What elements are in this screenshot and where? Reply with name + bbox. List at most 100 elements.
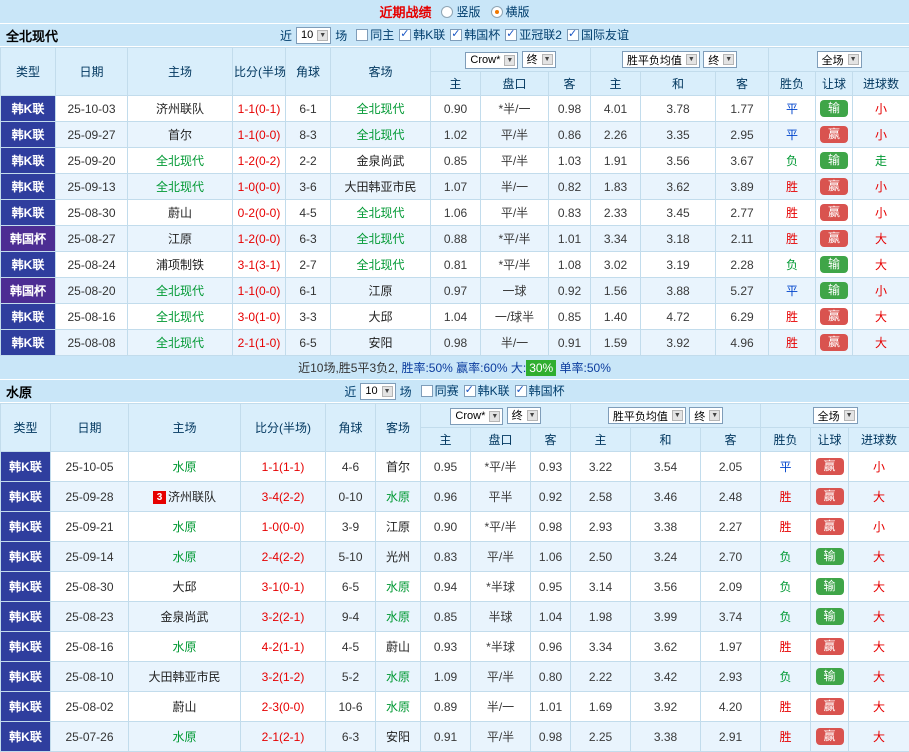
match-date: 25-08-30 <box>51 572 129 602</box>
home-team-cell[interactable]: 全北现代 <box>128 304 233 330</box>
handicap-result-pill: 输 <box>820 282 848 299</box>
away-team-cell[interactable]: 水原 <box>376 662 421 692</box>
away-team-cell[interactable]: 水原 <box>376 602 421 632</box>
avg-time-select[interactable]: 终▼ <box>689 407 723 424</box>
match-row: 韩K联25-09-20全北现代1-2(0-2)2-2金泉尚武0.85平/半1.0… <box>1 148 909 174</box>
home-team-name: 首尔 <box>168 128 192 142</box>
result-outcome: 胜 <box>761 632 811 662</box>
corner-cell: 8-3 <box>286 122 331 148</box>
col-home: 主场 <box>129 404 241 452</box>
avg-odds-group: 胜平负均值▼ 终▼ <box>591 48 769 72</box>
home-team-cell[interactable]: 水原 <box>129 512 241 542</box>
away-team-cell[interactable]: 安阳 <box>376 722 421 752</box>
match-count-select[interactable]: 10 ▼ <box>360 383 395 400</box>
filter-checkbox[interactable]: 同赛 <box>421 382 459 399</box>
home-team-cell[interactable]: 大田韩亚市民 <box>129 662 241 692</box>
home-team-cell[interactable]: 大邱 <box>129 572 241 602</box>
home-team-cell[interactable]: 济州联队 <box>128 96 233 122</box>
result-goals: 大 <box>849 482 909 512</box>
filter-checkbox[interactable]: 国际友谊 <box>567 26 629 43</box>
handicap-odds-home: 1.07 <box>431 174 481 200</box>
away-team-cell[interactable]: 水原 <box>376 482 421 512</box>
col-avg-draw: 和 <box>631 428 701 452</box>
home-team-cell[interactable]: 水原 <box>129 452 241 482</box>
league-type-badge: 韩K联 <box>1 200 56 226</box>
away-team-cell[interactable]: 全北现代 <box>331 252 431 278</box>
scope-select[interactable]: 全场▼ <box>817 51 862 68</box>
away-team-name: 全北现代 <box>356 102 404 116</box>
bookmaker-select[interactable]: Crow*▼ <box>450 408 503 425</box>
home-team-cell[interactable]: 水原 <box>129 542 241 572</box>
match-row: 韩国杯25-08-27江原1-2(0-0)6-3全北现代0.88*平/半1.01… <box>1 226 909 252</box>
away-team-cell[interactable]: 水原 <box>376 572 421 602</box>
col-avg-home: 主 <box>571 428 631 452</box>
result-outcome: 胜 <box>761 512 811 542</box>
filter-checkbox[interactable]: 亚冠联2 <box>505 26 562 43</box>
filter-checkbox[interactable]: 韩国杯 <box>515 382 565 399</box>
away-team-name: 大邱 <box>368 310 392 324</box>
away-team-cell[interactable]: 大田韩亚市民 <box>331 174 431 200</box>
away-team-cell[interactable]: 全北现代 <box>331 96 431 122</box>
handicap-odds-home: 1.09 <box>421 662 471 692</box>
avg-odds-draw: 3.88 <box>641 278 716 304</box>
avg-time-select[interactable]: 终▼ <box>703 51 737 68</box>
bookmaker-select[interactable]: Crow*▼ <box>465 52 518 69</box>
away-team-cell[interactable]: 全北现代 <box>331 226 431 252</box>
checkbox-label: 韩K联 <box>413 26 445 43</box>
away-team-cell[interactable]: 大邱 <box>331 304 431 330</box>
home-team-cell[interactable]: 金泉尚武 <box>129 602 241 632</box>
avg-odds-win: 3.34 <box>571 632 631 662</box>
home-team-cell[interactable]: 蔚山 <box>129 692 241 722</box>
away-team-cell[interactable]: 全北现代 <box>331 200 431 226</box>
home-team-cell[interactable]: 全北现代 <box>128 174 233 200</box>
home-team-cell[interactable]: 蔚山 <box>128 200 233 226</box>
filter-checkbox[interactable]: 韩国杯 <box>450 26 500 43</box>
corner-cell: 2-7 <box>286 252 331 278</box>
home-team-name: 全北现代 <box>156 180 204 194</box>
away-team-cell[interactable]: 光州 <box>376 542 421 572</box>
score-cell: 1-0(0-0) <box>241 512 326 542</box>
handicap-result-pill: 赢 <box>820 178 848 195</box>
avg-select[interactable]: 胜平负均值▼ <box>622 51 700 68</box>
away-team-cell[interactable]: 安阳 <box>331 330 431 356</box>
home-team-cell[interactable]: 3济州联队 <box>129 482 241 512</box>
avg-odds-win: 1.98 <box>571 602 631 632</box>
header-row-groups: 类型 日期 主场 比分(半场) 角球 客场 Crow*▼ 终▼ 胜平负均值▼ 终… <box>1 404 909 428</box>
team-section-header: 水原 近 10 ▼ 场 同赛韩K联韩国杯 <box>0 380 909 403</box>
avg-odds-win: 2.58 <box>571 482 631 512</box>
radio-vertical-layout[interactable]: 竖版 <box>441 3 480 20</box>
home-team-cell[interactable]: 全北现代 <box>128 148 233 174</box>
away-team-name: 江原 <box>386 520 410 534</box>
away-team-cell[interactable]: 全北现代 <box>331 122 431 148</box>
avg-select[interactable]: 胜平负均值▼ <box>608 407 686 424</box>
match-row: 韩K联25-10-03济州联队1-1(0-1)6-1全北现代0.90*半/一0.… <box>1 96 909 122</box>
home-team-cell[interactable]: 全北现代 <box>128 278 233 304</box>
radio-horizontal-layout[interactable]: 横版 <box>491 3 530 20</box>
avg-odds-draw: 3.35 <box>641 122 716 148</box>
checkbox-icon <box>399 29 411 41</box>
away-team-cell[interactable]: 蔚山 <box>376 632 421 662</box>
col-away: 客场 <box>331 48 431 96</box>
scope-select[interactable]: 全场▼ <box>813 407 858 424</box>
home-team-cell[interactable]: 水原 <box>129 632 241 662</box>
match-date: 25-10-03 <box>56 96 128 122</box>
handicap-result-pill: 赢 <box>820 334 848 351</box>
home-team-cell[interactable]: 全北现代 <box>128 330 233 356</box>
home-team-cell[interactable]: 首尔 <box>128 122 233 148</box>
match-count-select[interactable]: 10 ▼ <box>296 27 331 44</box>
filter-checkbox[interactable]: 韩K联 <box>464 382 510 399</box>
home-team-cell[interactable]: 江原 <box>128 226 233 252</box>
odds-time-select[interactable]: 终▼ <box>522 51 556 68</box>
handicap-odds-group: Crow*▼ 终▼ <box>421 404 571 428</box>
away-team-cell[interactable]: 江原 <box>331 278 431 304</box>
away-team-cell[interactable]: 水原 <box>376 692 421 722</box>
away-team-cell[interactable]: 江原 <box>376 512 421 542</box>
home-team-cell[interactable]: 浦项制铁 <box>128 252 233 278</box>
handicap-result-pill: 输 <box>816 578 844 595</box>
away-team-cell[interactable]: 金泉尚武 <box>331 148 431 174</box>
home-team-cell[interactable]: 水原 <box>129 722 241 752</box>
filter-checkbox[interactable]: 韩K联 <box>399 26 445 43</box>
filter-checkbox[interactable]: 同主 <box>356 26 394 43</box>
away-team-cell[interactable]: 首尔 <box>376 452 421 482</box>
odds-time-select[interactable]: 终▼ <box>507 407 541 424</box>
